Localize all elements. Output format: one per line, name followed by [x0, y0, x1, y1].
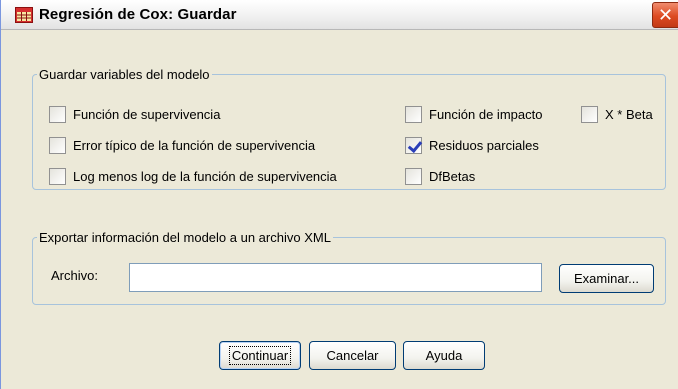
checkbox-error-tipico[interactable] [49, 136, 66, 154]
browse-button[interactable]: Examinar... [559, 264, 654, 293]
label-x-beta: X * Beta [605, 106, 653, 122]
dialog-title: Regresión de Cox: Guardar [39, 6, 237, 23]
option-log-menos-log[interactable]: Log menos log de la función de supervive… [49, 166, 337, 186]
continue-button-label: Continuar [228, 346, 292, 365]
spreadsheet-icon [15, 7, 33, 23]
option-funcion-supervivencia[interactable]: Función de supervivencia [49, 104, 220, 124]
option-funcion-impacto[interactable]: Función de impacto [405, 104, 542, 124]
file-label: Archivo: [51, 268, 98, 283]
close-button[interactable]: ✕ [652, 2, 678, 28]
save-variables-legend: Guardar variables del modelo [39, 67, 210, 82]
label-funcion-impacto: Función de impacto [429, 106, 543, 122]
option-dfbetas[interactable]: DfBetas [405, 166, 475, 186]
checkbox-dfbetas[interactable] [405, 167, 422, 185]
export-xml-legend: Exportar información del modelo a un arc… [39, 230, 331, 245]
checkbox-funcion-supervivencia[interactable] [49, 105, 66, 123]
checkbox-log-menos-log[interactable] [49, 167, 66, 185]
cancel-button[interactable]: Cancelar [309, 341, 396, 370]
help-button[interactable]: Ayuda [403, 341, 485, 370]
label-funcion-supervivencia: Función de supervivencia [73, 106, 221, 122]
cox-save-dialog: Regresión de Cox: Guardar ✕ Guardar vari… [0, 0, 678, 389]
option-residuos-parciales[interactable]: Residuos parciales [405, 135, 539, 155]
title-bar[interactable]: Regresión de Cox: Guardar ✕ [1, 0, 678, 30]
option-error-tipico[interactable]: Error típico de la función de superviven… [49, 135, 315, 155]
label-error-tipico: Error típico de la función de superviven… [73, 137, 316, 153]
continue-button[interactable]: Continuar [219, 341, 301, 370]
label-dfbetas: DfBetas [429, 168, 476, 184]
checkbox-funcion-impacto[interactable] [405, 105, 422, 123]
label-log-menos-log: Log menos log de la función de supervive… [73, 168, 337, 184]
file-path-input[interactable] [129, 263, 542, 292]
option-x-beta[interactable]: X * Beta [581, 104, 653, 124]
close-icon: ✕ [657, 5, 674, 25]
label-residuos-parciales: Residuos parciales [429, 137, 539, 153]
checkbox-residuos-parciales[interactable] [405, 136, 422, 154]
checkbox-x-beta[interactable] [581, 105, 598, 123]
